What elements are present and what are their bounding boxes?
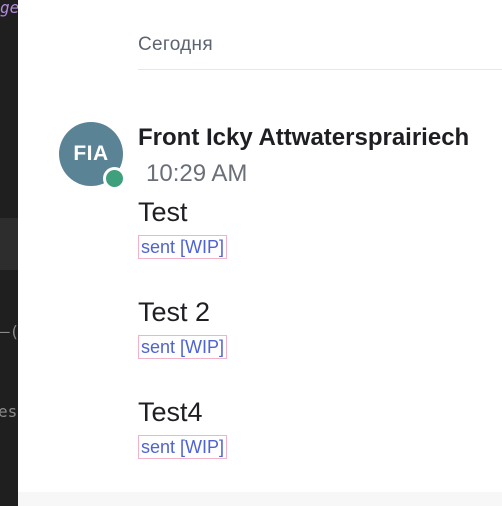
message-timestamp: 10:29 AM [146,160,248,187]
code-fragment: ge [0,0,18,17]
message-text: Test [138,197,188,227]
message-status-badge: sent [WIP] [138,235,228,259]
app-root: ge —( es Сегодня FIA Front Icky Attwater… [0,0,502,506]
date-separator-line [138,69,502,70]
date-separator-label: Сегодня [138,34,213,55]
message-text: Test 2 [138,297,211,327]
online-status-dot [103,167,126,190]
avatar-initials: FIA [73,142,109,165]
editor-highlight-band [0,218,18,270]
code-fragment: es [0,402,18,421]
message-status-badge: sent [WIP] [138,435,228,459]
composer-area-edge [18,492,502,506]
code-fragment: —( [0,322,18,341]
message-status-badge: sent [WIP] [138,335,228,359]
code-editor-strip: ge —( es [0,0,18,506]
message-text: Test4 [138,397,203,427]
chat-panel: Сегодня FIA Front Icky Attwatersprairiec… [18,0,502,506]
sender-name[interactable]: Front Icky Attwatersprairiech [138,124,469,152]
